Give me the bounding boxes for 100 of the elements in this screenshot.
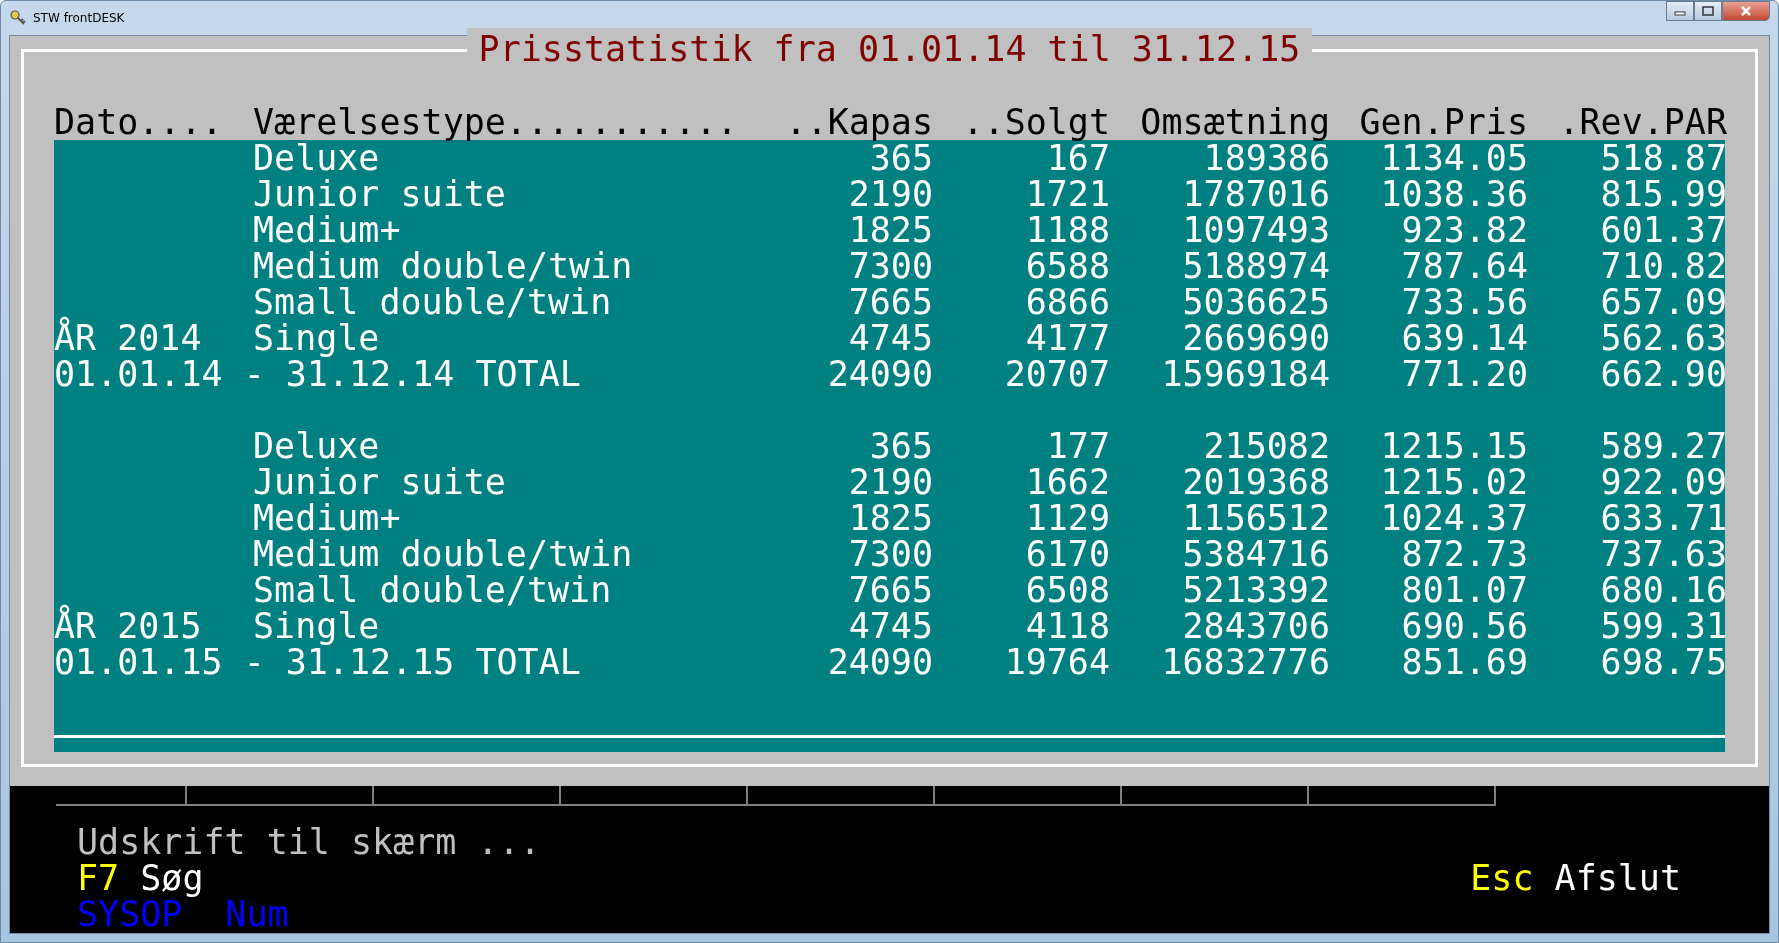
- function-key-button[interactable]: F7 Søg: [77, 860, 204, 896]
- table-cell-text: 662.90: [1599, 356, 1727, 392]
- table-cell-text: 2843706: [1181, 608, 1330, 644]
- table-cell-text: 1215.15: [1379, 428, 1528, 464]
- maximize-icon: [1701, 5, 1715, 17]
- table-cell-text: 15969184: [1160, 356, 1330, 392]
- column-header: .Rev.PAR: [1557, 104, 1727, 140]
- minimize-button[interactable]: [1666, 1, 1694, 21]
- table-cell-text: 639.14: [1400, 320, 1528, 356]
- table-cell-text: Single: [253, 320, 381, 356]
- table-cell-text: 1721: [1024, 176, 1110, 212]
- status-indicator: Num: [225, 896, 289, 932]
- table-cell-text: 599.31: [1599, 608, 1727, 644]
- table-cell-text: Junior suite: [253, 176, 507, 212]
- column-header: Værelsestype...........: [253, 104, 739, 140]
- table-cell-text: 1787016: [1181, 176, 1330, 212]
- table-cell-text: 698.75: [1599, 644, 1727, 680]
- table-cell-text: 1215.02: [1379, 464, 1528, 500]
- table-cell-text: 20707: [1003, 356, 1110, 392]
- table-cell-text: 562.63: [1599, 320, 1727, 356]
- table-cell-text: 710.82: [1599, 248, 1727, 284]
- table-cell-text: 365: [869, 140, 933, 176]
- table-cell-text: 1662: [1024, 464, 1110, 500]
- column-header: Dato....: [54, 104, 224, 140]
- table-cell-text: 7665: [847, 572, 933, 608]
- table-cell-text: 601.37: [1599, 212, 1727, 248]
- table-cell-text: 6588: [1024, 248, 1110, 284]
- table-cell-text: Deluxe: [253, 428, 381, 464]
- maximize-button[interactable]: [1694, 1, 1722, 21]
- table-cell-text: 1188: [1024, 212, 1110, 248]
- table-cell-text: 680.16: [1599, 572, 1727, 608]
- table-cell-text: 01.01.14 - 31.12.14 TOTAL: [54, 356, 582, 392]
- table-cell-text: 24090: [826, 356, 933, 392]
- window-title: STW frontDESK: [33, 11, 126, 25]
- table-cell-text: 167: [1046, 140, 1110, 176]
- table-cell-text: Medium+: [253, 500, 402, 536]
- table-cell-text: 923.82: [1400, 212, 1528, 248]
- table-cell-text: 2190: [847, 464, 933, 500]
- table-cell-text: 851.69: [1400, 644, 1528, 680]
- table-cell-text: 19764: [1003, 644, 1110, 680]
- table-cell-text: 1024.37: [1379, 500, 1528, 536]
- table-cell-text: 589.27: [1599, 428, 1727, 464]
- table-cell-text: 633.71: [1599, 500, 1727, 536]
- table-cell-text: Single: [253, 608, 381, 644]
- table-cell-text: 5384716: [1181, 536, 1330, 572]
- table-cell-text: 6508: [1024, 572, 1110, 608]
- table-cell-text: 7665: [847, 284, 933, 320]
- table-cell-text: 5188974: [1181, 248, 1330, 284]
- table-cell-text: 1129: [1024, 500, 1110, 536]
- key-icon: [9, 9, 27, 27]
- table-cell-text: 1156512: [1181, 500, 1330, 536]
- table-cell-text: 4745: [847, 320, 933, 356]
- table-cell-text: 16832776: [1160, 644, 1330, 680]
- table-cell-text: 4177: [1024, 320, 1110, 356]
- table-cell-text: 1134.05: [1379, 140, 1528, 176]
- table-cell-text: 365: [868, 428, 933, 464]
- table-cell-text: 5036625: [1181, 284, 1330, 320]
- table-cell-text: Deluxe: [253, 140, 380, 176]
- column-header: Gen.Pris: [1358, 104, 1528, 140]
- table-cell-text: 733.56: [1400, 284, 1528, 320]
- table-cell-text: 6170: [1024, 536, 1110, 572]
- table-cell-text: Small double/twin: [253, 572, 613, 608]
- table-cell-text: Junior suite: [253, 464, 507, 500]
- table-cell-text: 1097493: [1181, 212, 1330, 248]
- table-cell-text: 815.99: [1599, 176, 1727, 212]
- table-cell-text: 7300: [847, 248, 933, 284]
- table-cell-text: 4118: [1024, 608, 1110, 644]
- table-cell-text: 4745: [847, 608, 933, 644]
- table-cell-text: Medium double/twin: [253, 248, 634, 284]
- table-cell-text: 657.09: [1599, 284, 1727, 320]
- table-cell-text: 189386: [1203, 140, 1330, 176]
- close-icon: [1739, 5, 1753, 17]
- table-cell-text: 801.07: [1400, 572, 1528, 608]
- table-cell-text: 518.87: [1599, 140, 1727, 176]
- table-cell-text: Medium+: [253, 212, 402, 248]
- table-cell-text: 2019368: [1181, 464, 1330, 500]
- table-cell-text: 872.73: [1400, 536, 1528, 572]
- table-cell-text: 2190: [847, 176, 933, 212]
- close-button[interactable]: [1722, 1, 1770, 21]
- table-cell-text: 1825: [847, 500, 933, 536]
- table-cell-text: 215082: [1202, 428, 1330, 464]
- table-cell-text: 6866: [1024, 284, 1110, 320]
- table-cell-text: 24090: [826, 644, 933, 680]
- table-cell-text: 1825: [847, 212, 933, 248]
- table-cell-text: 690.56: [1400, 608, 1528, 644]
- table-cell-text: Small double/twin: [253, 284, 613, 320]
- table-cell-text: 922.09: [1599, 464, 1727, 500]
- table-cell-text: 2669690: [1181, 320, 1330, 356]
- table-cell-text: 771.20: [1400, 356, 1528, 392]
- table-cell-text: 787.64: [1400, 248, 1528, 284]
- column-header: ..Kapas: [784, 104, 933, 140]
- table-cell-text: 7300: [847, 536, 933, 572]
- table-cell-text: Medium double/twin: [253, 536, 634, 572]
- status-indicator: SYSOP: [77, 896, 183, 932]
- column-header: Omsætning: [1139, 104, 1330, 140]
- table-cell-text: 01.01.15 - 31.12.15 TOTAL: [54, 644, 582, 680]
- table-cell-text: 5213392: [1181, 572, 1330, 608]
- function-key-button[interactable]: Esc Afslut: [1470, 860, 1681, 896]
- column-header: ..Solgt: [961, 104, 1110, 140]
- status-message: Udskrift til skærm ...: [77, 824, 541, 860]
